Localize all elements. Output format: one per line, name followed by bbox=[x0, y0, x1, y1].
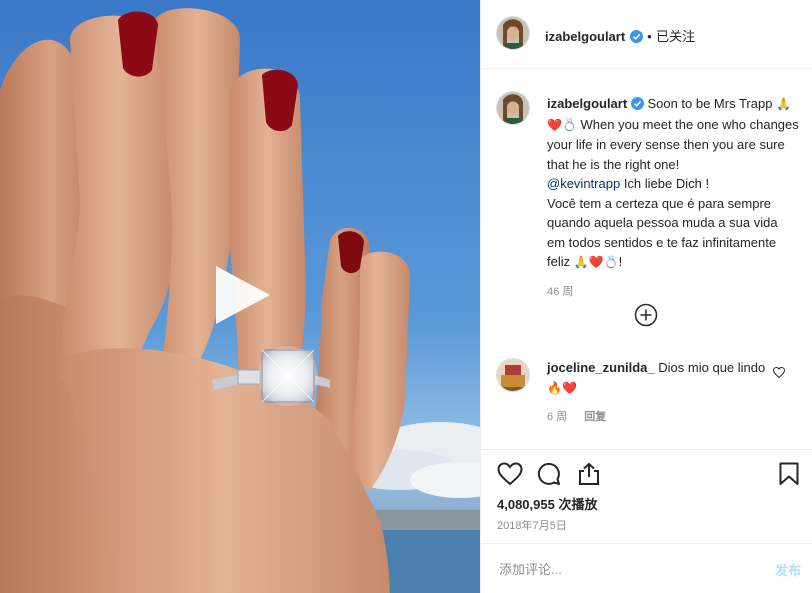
post-video[interactable] bbox=[0, 0, 480, 593]
caption-username[interactable]: izabelgoulart bbox=[547, 96, 627, 111]
post-comment-button[interactable]: 发布 bbox=[775, 560, 801, 579]
follow-status[interactable]: 已关注 bbox=[656, 29, 695, 44]
like-button[interactable] bbox=[497, 462, 523, 491]
heart-icon bbox=[772, 366, 786, 379]
caption-ending: ! bbox=[618, 254, 623, 269]
comment-input[interactable] bbox=[497, 556, 751, 582]
comment-time[interactable]: 6 周 bbox=[547, 411, 567, 423]
comment-item: joceline_zunilda_ Dios mio que lindo🔥❤️ … bbox=[547, 358, 767, 428]
header-separator: • bbox=[647, 29, 652, 44]
header-user-line: izabelgoulart • 已关注 bbox=[545, 26, 695, 46]
avatar[interactable] bbox=[497, 17, 529, 49]
reply-button[interactable]: 回复 bbox=[584, 411, 606, 423]
post-date[interactable]: 2018年7月5日 bbox=[497, 517, 567, 533]
view-count[interactable]: 4,080,955 次播放 bbox=[497, 494, 597, 513]
caption: izabelgoulart Soon to be Mrs Trapp 🙏❤️💍 … bbox=[547, 94, 799, 302]
comment-avatar[interactable] bbox=[497, 359, 529, 391]
comment-meta: 6 周 回复 bbox=[547, 408, 767, 428]
comment-icon bbox=[537, 462, 560, 485]
caption-text-1: Soon to be Mrs Trapp bbox=[647, 96, 773, 111]
caption-avatar[interactable] bbox=[497, 92, 529, 124]
play-button[interactable] bbox=[208, 262, 274, 328]
action-bar bbox=[481, 449, 812, 498]
play-icon bbox=[216, 266, 270, 324]
mention-link[interactable]: @kevintrapp bbox=[547, 176, 620, 191]
comment-emojis: 🔥❤️ bbox=[547, 380, 577, 395]
avatar-image bbox=[497, 359, 529, 391]
share-button[interactable] bbox=[577, 462, 601, 491]
comment-button[interactable] bbox=[537, 462, 561, 491]
comment-like-button[interactable] bbox=[772, 366, 786, 384]
load-more-comments-button[interactable] bbox=[634, 303, 658, 327]
add-comment-section: 发布 bbox=[481, 543, 812, 593]
verified-icon bbox=[629, 30, 643, 43]
header-username[interactable]: izabelgoulart bbox=[545, 29, 625, 44]
share-icon bbox=[579, 462, 599, 485]
save-button[interactable] bbox=[779, 462, 799, 491]
add-circle-icon bbox=[634, 303, 658, 327]
verified-icon bbox=[630, 97, 644, 110]
comment-text: Dios mio que lindo bbox=[658, 360, 766, 375]
post-panel: izabelgoulart • 已关注 izabelgoulart Soon t… bbox=[480, 0, 812, 593]
heart-icon bbox=[497, 462, 523, 486]
avatar-image bbox=[497, 17, 529, 49]
caption-text-2: When you meet the one who changes your l… bbox=[547, 116, 799, 172]
avatar-image bbox=[497, 92, 529, 124]
caption-time[interactable]: 46 周 bbox=[547, 283, 799, 303]
comment-username[interactable]: joceline_zunilda_ bbox=[547, 360, 655, 375]
post-header: izabelgoulart • 已关注 bbox=[481, 0, 812, 69]
caption-emojis-2: 🙏❤️💍 bbox=[573, 255, 619, 269]
caption-text-3: Ich liebe Dich ! bbox=[623, 176, 710, 191]
bookmark-icon bbox=[779, 462, 799, 485]
